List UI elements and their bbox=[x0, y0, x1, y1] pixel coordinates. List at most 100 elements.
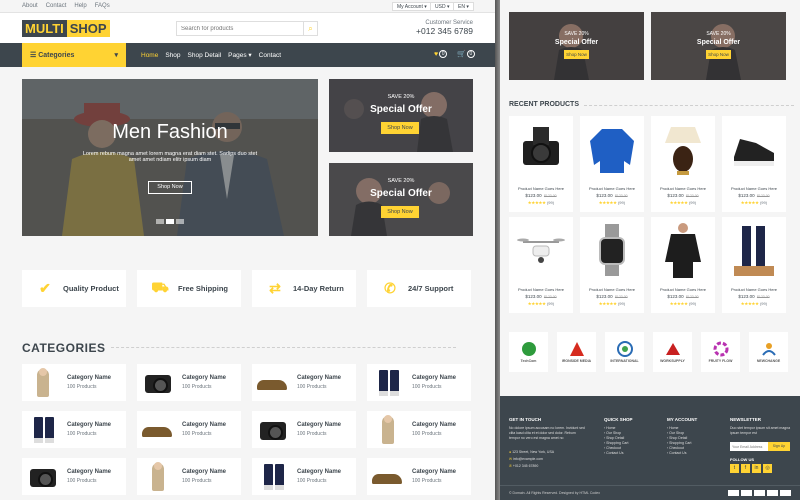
category-count: 100 Products bbox=[297, 431, 327, 437]
category-card[interactable]: Category Name 100 Products bbox=[367, 411, 471, 448]
customer-service: Customer Service +012 345 6789 bbox=[416, 20, 473, 36]
product-price: $123.00 $123.00 bbox=[509, 294, 573, 299]
instagram-icon[interactable]: ◎ bbox=[763, 464, 772, 473]
footer-link[interactable]: › Contact Us bbox=[604, 451, 629, 456]
search-input[interactable] bbox=[177, 22, 303, 35]
language-dropdown[interactable]: EN ▾ bbox=[453, 2, 474, 11]
product-name[interactable]: Product Name Goes Here bbox=[580, 287, 644, 292]
product-card[interactable]: Product Name Goes Here $123.00 $123.00 ★… bbox=[722, 116, 786, 212]
top-link-faqs[interactable]: FAQs bbox=[95, 3, 110, 9]
offer-shop-now-button[interactable]: Shop Now bbox=[381, 206, 419, 218]
price-old: $123.00 bbox=[685, 194, 699, 198]
newsletter-text: Duo stet tempor ipsum sit amet magna ips… bbox=[730, 426, 791, 435]
price-current: $123.00 bbox=[738, 294, 755, 299]
category-card[interactable]: Category Name 100 Products bbox=[22, 364, 126, 401]
hero-title: Men Fashion bbox=[112, 121, 228, 143]
category-image-woman bbox=[370, 413, 406, 446]
check-icon: ✔ bbox=[39, 280, 51, 296]
product-rating: ★★★★★ (99) bbox=[580, 200, 644, 205]
carousel-dot[interactable] bbox=[176, 219, 184, 224]
category-card[interactable]: Category Name 100 Products bbox=[137, 364, 241, 401]
category-image-cosmetics bbox=[255, 460, 291, 493]
footer-link[interactable]: › Contact Us bbox=[667, 451, 692, 456]
price-current: $123.00 bbox=[596, 294, 613, 299]
category-card[interactable]: Category Name 100 Products bbox=[252, 411, 356, 448]
carousel-dot[interactable] bbox=[156, 219, 164, 224]
product-name[interactable]: Product Name Goes Here bbox=[722, 287, 786, 292]
category-image-shoes bbox=[255, 366, 291, 399]
my-account-dropdown[interactable]: My Account ▾ bbox=[392, 2, 432, 11]
top-link-help[interactable]: Help bbox=[74, 3, 86, 9]
category-card[interactable]: Category Name 100 Products bbox=[22, 411, 126, 448]
currency-dropdown[interactable]: USD ▾ bbox=[430, 2, 455, 11]
product-card[interactable]: Product Name Goes Here $123.00 $123.00 ★… bbox=[580, 116, 644, 212]
product-name[interactable]: Product Name Goes Here bbox=[580, 186, 644, 191]
category-name: Category Name bbox=[182, 469, 227, 475]
product-name[interactable]: Product Name Goes Here bbox=[651, 186, 715, 191]
product-rating: ★★★★★ (99) bbox=[509, 301, 573, 306]
top-link-contact[interactable]: Contact bbox=[46, 3, 67, 9]
product-name[interactable]: Product Name Goes Here bbox=[651, 287, 715, 292]
top-link-about[interactable]: About bbox=[22, 3, 38, 9]
category-card[interactable]: Category Name 100 Products bbox=[367, 364, 471, 401]
brand-logo-ironside[interactable]: IRONSIDE MEDIA bbox=[557, 332, 596, 372]
category-card[interactable]: Category Name 100 Products bbox=[367, 458, 471, 495]
offer-shop-now-button[interactable]: Shop Now bbox=[381, 122, 419, 134]
hero-shop-now-button[interactable]: Shop Now bbox=[148, 181, 192, 194]
brand-logo-techcom[interactable]: TechCom bbox=[509, 332, 548, 372]
category-count: 100 Products bbox=[67, 431, 97, 437]
categories-dropdown[interactable]: ☰ Categories ▾ bbox=[22, 43, 126, 67]
phone-volume-icon: ✆ bbox=[384, 280, 396, 296]
newsletter-form: Sign Up bbox=[730, 442, 790, 451]
brand-logo-fruity[interactable]: FRUITY FLOW bbox=[701, 332, 740, 372]
brand-logo-worksupply[interactable]: WORKSUPPLY bbox=[653, 332, 692, 372]
offer-shop-now-button[interactable]: Shop Now bbox=[564, 50, 589, 59]
nav-contact[interactable]: Contact bbox=[259, 52, 281, 59]
product-name[interactable]: Product Name Goes Here bbox=[722, 186, 786, 191]
product-card[interactable]: Product Name Goes Here $123.00 $123.00 ★… bbox=[509, 217, 573, 313]
search-button[interactable]: ⌕ bbox=[303, 22, 317, 35]
newsletter-email-input[interactable] bbox=[730, 442, 768, 451]
product-rating: ★★★★★ (99) bbox=[651, 200, 715, 205]
site-logo[interactable]: MULTI SHOP bbox=[22, 20, 110, 37]
category-card[interactable]: Category Name 100 Products bbox=[22, 458, 126, 495]
paypal-icon bbox=[767, 490, 778, 496]
offer-shop-now-button[interactable]: Shop Now bbox=[706, 50, 731, 59]
product-image-blouse bbox=[665, 223, 701, 278]
product-card[interactable]: Product Name Goes Here $123.00 $123.00 ★… bbox=[651, 116, 715, 212]
category-card[interactable]: Category Name 100 Products bbox=[252, 364, 356, 401]
linkedin-icon[interactable]: in bbox=[752, 464, 761, 473]
brand-logo-newchange[interactable]: NEWCHANGE bbox=[749, 332, 788, 372]
nav-shop[interactable]: Shop bbox=[165, 52, 180, 59]
category-image-camera bbox=[255, 413, 291, 446]
category-card[interactable]: Category Name 100 Products bbox=[137, 411, 241, 448]
product-card[interactable]: Product Name Goes Here $123.00 $123.00 ★… bbox=[651, 217, 715, 313]
exchange-icon: ⇄ bbox=[269, 280, 281, 296]
feature-shipping: ⛟ Free Shipping bbox=[137, 270, 241, 307]
product-rating: ★★★★★ (99) bbox=[580, 301, 644, 306]
product-card[interactable]: Product Name Goes Here $123.00 $123.00 ★… bbox=[580, 217, 644, 313]
twitter-icon[interactable]: t bbox=[730, 464, 739, 473]
carousel-dot-active[interactable] bbox=[166, 219, 174, 224]
facebook-icon[interactable]: f bbox=[741, 464, 750, 473]
cart-button[interactable]: 🛒 0 bbox=[457, 50, 475, 59]
wishlist-button[interactable]: ♥ 0 bbox=[434, 50, 448, 58]
brand-logo-international[interactable]: INTERNATIONAL bbox=[605, 332, 644, 372]
newsletter-signup-button[interactable]: Sign Up bbox=[768, 442, 790, 451]
caret-down-icon: ▾ bbox=[424, 4, 427, 10]
product-card[interactable]: Product Name Goes Here $123.00 $123.00 ★… bbox=[509, 116, 573, 212]
price-old: $123.00 bbox=[543, 295, 557, 299]
product-name[interactable]: Product Name Goes Here bbox=[509, 287, 573, 292]
nav-pages[interactable]: Pages ▾ bbox=[228, 51, 252, 59]
product-card[interactable]: Product Name Goes Here $123.00 $123.00 ★… bbox=[722, 217, 786, 313]
product-image-sweater bbox=[590, 129, 634, 173]
category-card[interactable]: Category Name 100 Products bbox=[137, 458, 241, 495]
brand-name: IRONSIDE MEDIA bbox=[561, 359, 592, 363]
nav-home[interactable]: Home bbox=[141, 52, 158, 59]
envelope-icon: ✉ bbox=[509, 457, 512, 461]
offer-overlay bbox=[509, 12, 644, 80]
nav-shop-detail[interactable]: Shop Detail bbox=[188, 52, 222, 59]
product-name[interactable]: Product Name Goes Here bbox=[509, 186, 573, 191]
category-card[interactable]: Category Name 100 Products bbox=[252, 458, 356, 495]
brand-icon bbox=[713, 341, 728, 357]
